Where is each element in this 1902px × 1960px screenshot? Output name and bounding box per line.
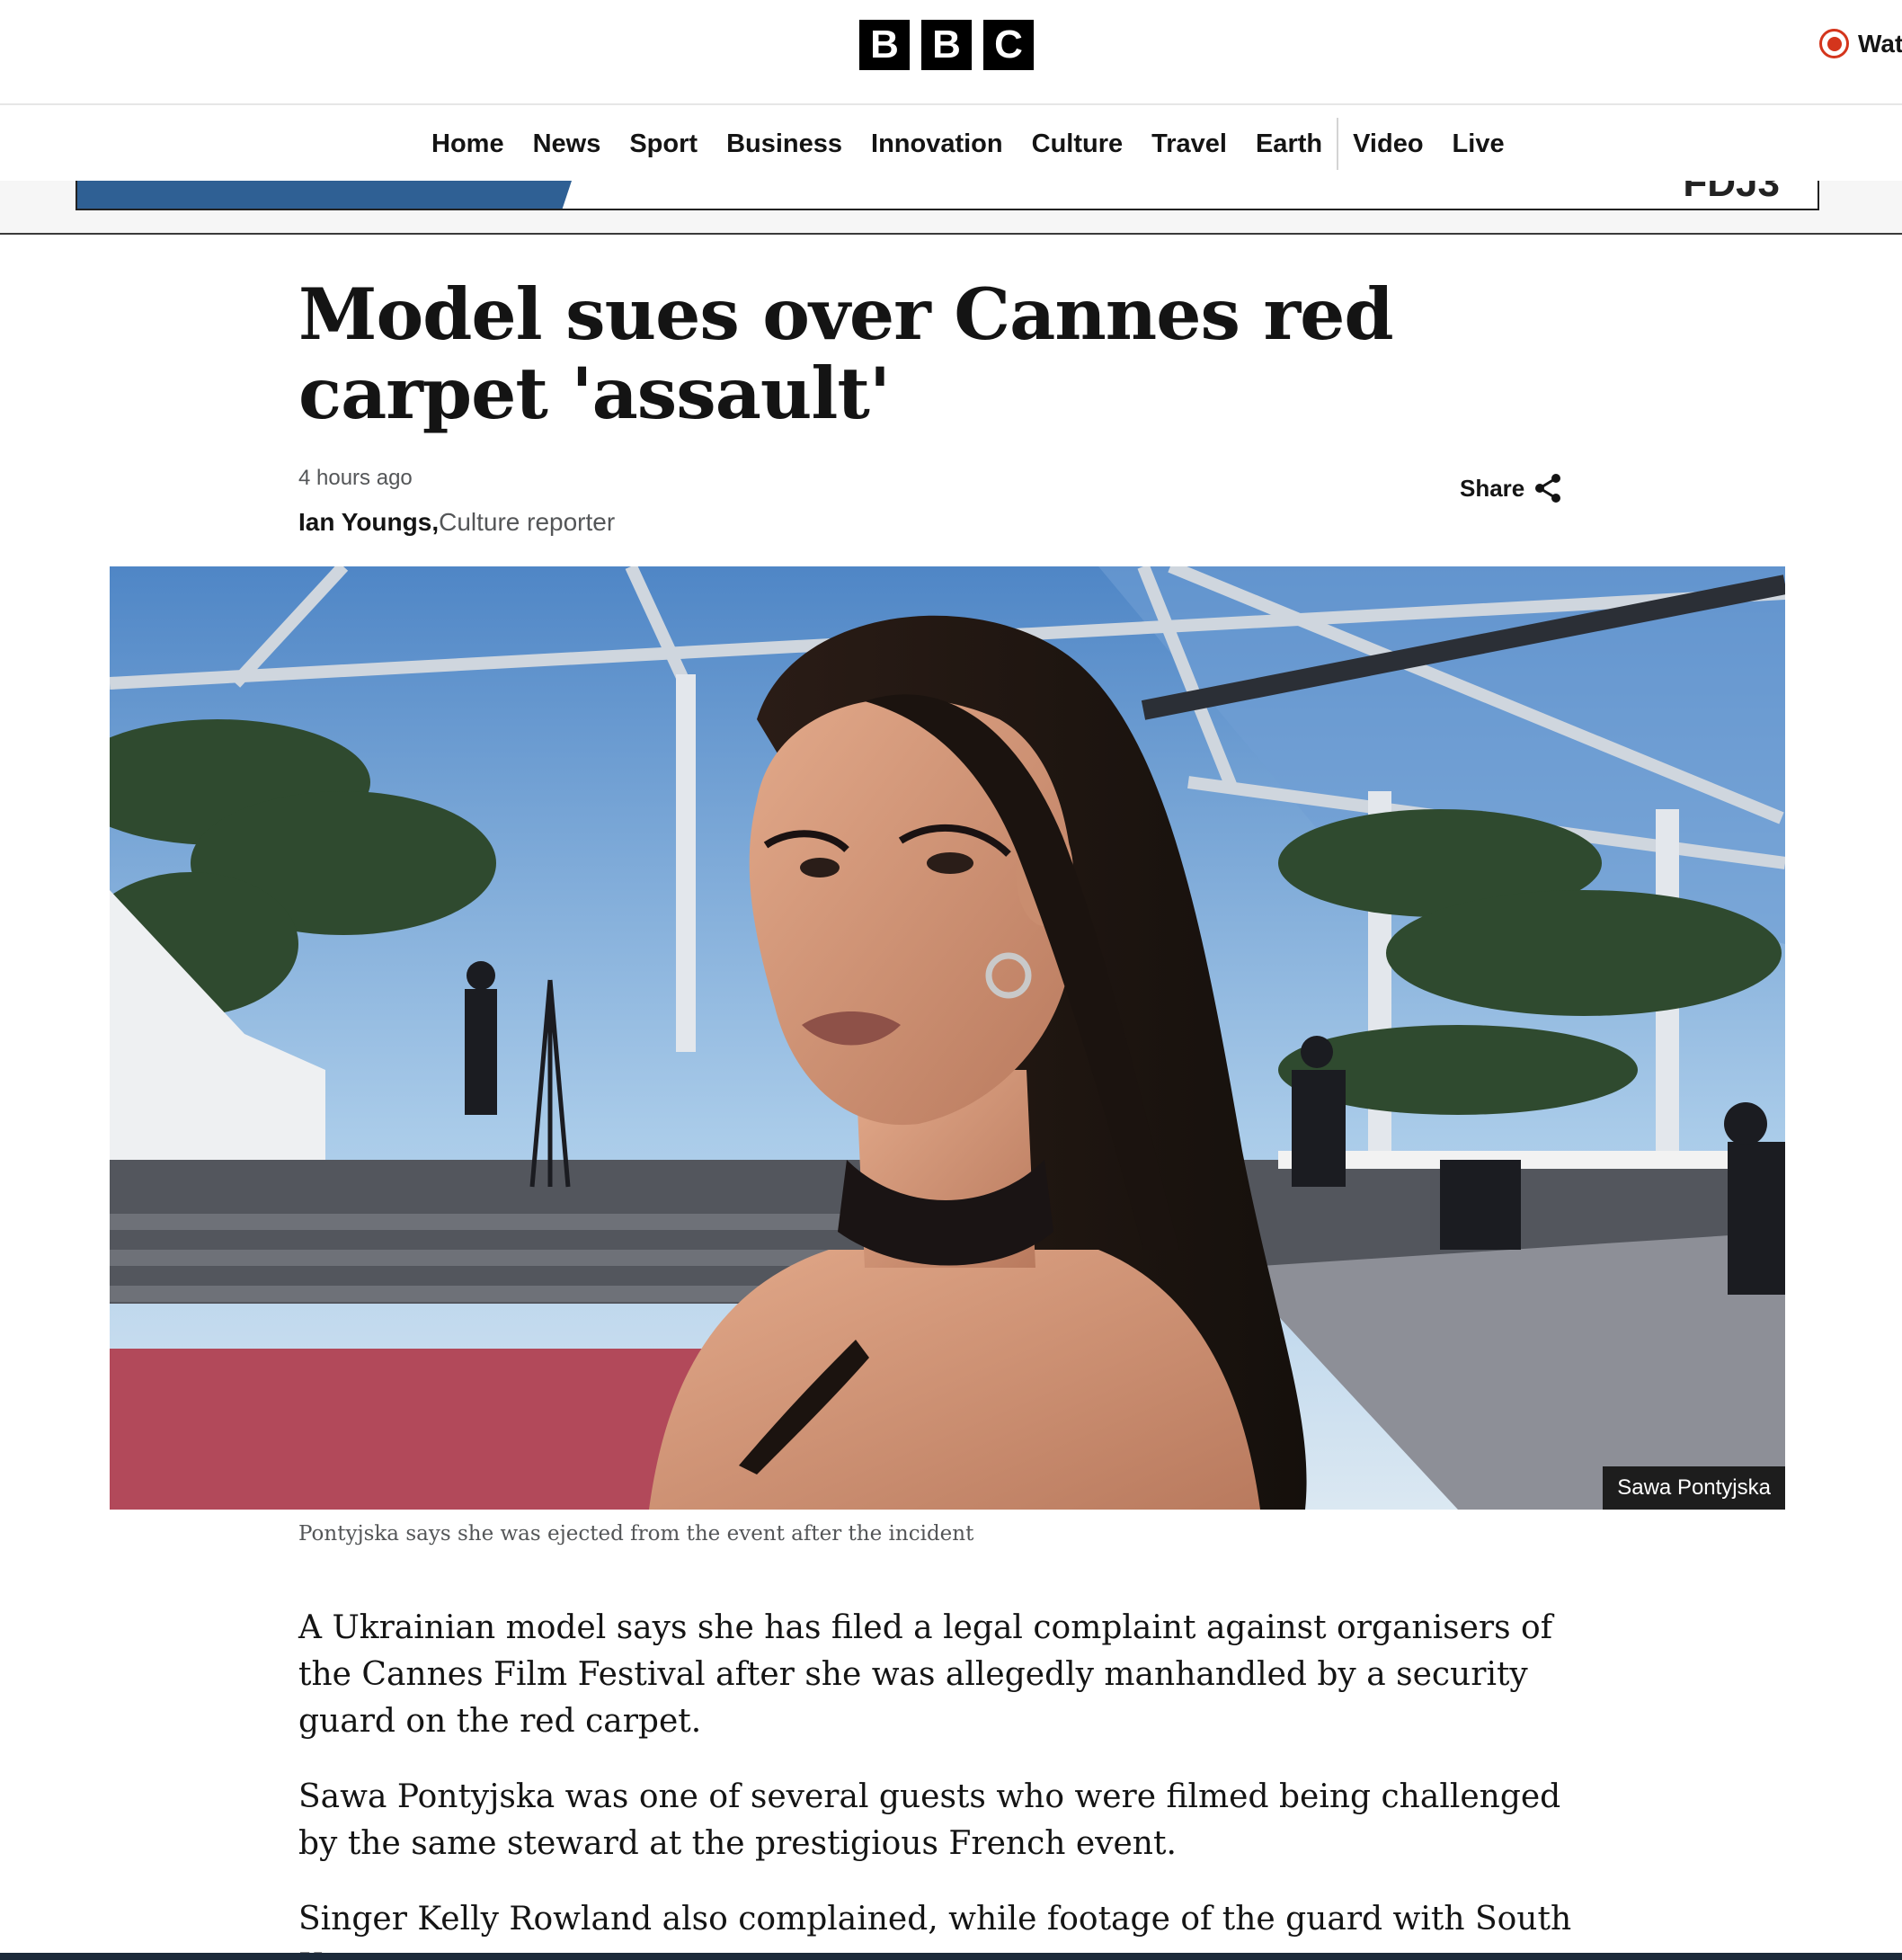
share-button[interactable]: Share (1460, 473, 1562, 503)
share-icon (1535, 474, 1561, 503)
logo-letter-b2: B (921, 20, 972, 70)
advertisement-banner[interactable]: FDJ3 (76, 181, 1819, 210)
ad-text: FDJ3 (1683, 181, 1780, 205)
bottom-edge-bar (0, 1953, 1902, 1960)
nav-item-business[interactable]: Business (712, 107, 857, 181)
hero-image: Sawa Pontyjska (110, 566, 1785, 1510)
live-icon (1819, 29, 1849, 58)
masthead: B B C Wat (0, 0, 1902, 105)
nav-item-video[interactable]: Video (1338, 107, 1437, 181)
share-label: Share (1460, 474, 1525, 502)
logo-letter-c: C (983, 20, 1034, 70)
nav-item-innovation[interactable]: Innovation (857, 107, 1018, 181)
ad-blue-shape (77, 181, 572, 209)
article-timestamp: 4 hours ago (298, 466, 413, 490)
byline: Ian Youngs,Culture reporter (298, 508, 615, 537)
author-name: Ian Youngs, (298, 508, 440, 536)
nav-item-live[interactable]: Live (1438, 107, 1519, 181)
article-paragraph-3: Singer Kelly Rowland also complained, wh… (298, 1901, 1572, 1960)
nav-item-earth[interactable]: Earth (1241, 107, 1337, 181)
image-caption: Pontyjska says she was ejected from the … (298, 1522, 974, 1546)
author-role: Culture reporter (439, 508, 616, 536)
nav-item-culture[interactable]: Culture (1018, 107, 1138, 181)
watch-live-link[interactable]: Wat (1819, 29, 1902, 58)
nav-item-sport[interactable]: Sport (615, 107, 712, 181)
article-paragraph-2: Sawa Pontyjska was one of several guests… (298, 1778, 1561, 1862)
main-navigation: Home News Sport Business Innovation Cult… (0, 107, 1902, 181)
article-paragraph-1: A Ukrainian model says she has filed a l… (298, 1609, 1553, 1740)
ad-strip: FDJ3 (0, 181, 1902, 235)
nav-list: Home News Sport Business Innovation Cult… (417, 107, 1519, 181)
bbc-logo[interactable]: B B C (859, 20, 1034, 70)
nav-item-travel[interactable]: Travel (1137, 107, 1241, 181)
hero-photo-illustration (110, 566, 1785, 1510)
watch-live-label: Wat (1858, 29, 1902, 58)
nav-item-home[interactable]: Home (417, 107, 519, 181)
image-credit: Sawa Pontyjska (1603, 1466, 1785, 1510)
article-headline: Model sues over Cannes red carpet 'assau… (298, 272, 1394, 435)
logo-letter-b1: B (859, 20, 910, 70)
nav-item-news[interactable]: News (519, 107, 616, 181)
